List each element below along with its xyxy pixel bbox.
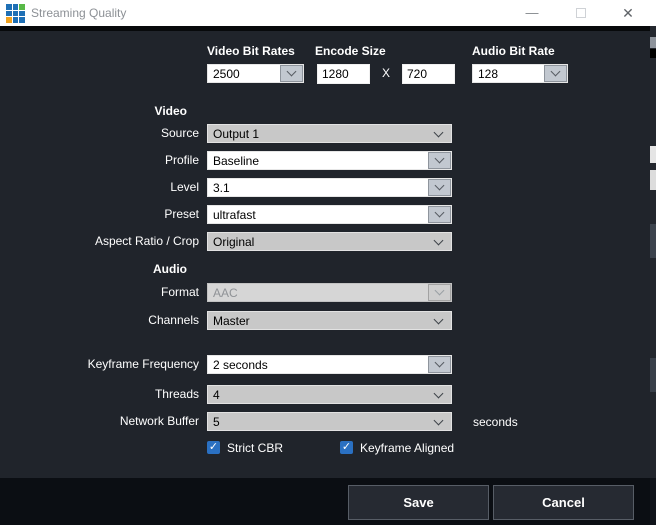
source-select[interactable]: Output 1 [207,124,452,143]
encode-size-x-separator: X [379,66,393,80]
close-icon[interactable]: ✕ [613,0,643,26]
chevron-down-icon [434,128,444,138]
network-buffer-seconds-suffix: seconds [473,415,518,429]
keyframe-aligned-label: Keyframe Aligned [360,441,454,455]
chevron-down-icon [434,389,444,399]
level-label: Level [0,178,199,197]
strict-cbr-checkbox[interactable] [207,441,220,454]
dialog-content [0,31,651,478]
app-grid-icon [6,4,25,23]
chevron-down-icon [434,236,444,246]
channels-label: Channels [0,311,199,330]
aspect-ratio-crop-label: Aspect Ratio / Crop [0,232,199,251]
source-label: Source [0,124,199,143]
encode-width-input[interactable] [317,64,370,84]
streaming-quality-dialog: Streaming Quality — ✕ Video Bit Rates En… [0,0,656,525]
format-select: AAC [207,283,452,302]
window-title: Streaming Quality [31,0,126,26]
level-select[interactable]: 3.1 [207,178,452,197]
chevron-down-icon [434,315,444,325]
keyframe-frequency-label: Keyframe Frequency [0,355,199,374]
preset-select[interactable]: ultrafast [207,205,452,224]
minimize-icon[interactable]: — [517,0,547,26]
profile-label: Profile [0,151,199,170]
aspect-ratio-crop-select[interactable]: Original [207,232,452,251]
format-label: Format [0,283,199,302]
video-bitrate-select[interactable]: 2500 [207,64,304,83]
cancel-button[interactable]: Cancel [493,485,634,520]
profile-select[interactable]: Baseline [207,151,452,170]
background-window-sliver [650,26,656,525]
channels-select[interactable]: Master [207,311,452,330]
save-button[interactable]: Save [348,485,489,520]
threads-select[interactable]: 4 [207,385,452,404]
network-buffer-select[interactable]: 5 [207,412,452,431]
maximize-icon[interactable] [566,0,596,26]
audio-bit-rate-label: Audio Bit Rate [472,44,555,58]
strict-cbr-label: Strict CBR [227,441,283,455]
audio-bitrate-select[interactable]: 128 [472,64,568,83]
network-buffer-label: Network Buffer [0,412,199,431]
keyframe-aligned-checkbox[interactable] [340,441,353,454]
keyframe-frequency-select[interactable]: 2 seconds [207,355,452,374]
title-bar: Streaming Quality — ✕ [0,0,656,26]
video-section-header: Video [0,104,200,118]
video-bit-rates-label: Video Bit Rates [207,44,295,58]
threads-label: Threads [0,385,199,404]
chevron-down-icon [434,416,444,426]
encode-height-input[interactable] [402,64,455,84]
encode-size-label: Encode Size [315,44,386,58]
preset-label: Preset [0,205,199,224]
audio-section-header: Audio [0,262,200,276]
